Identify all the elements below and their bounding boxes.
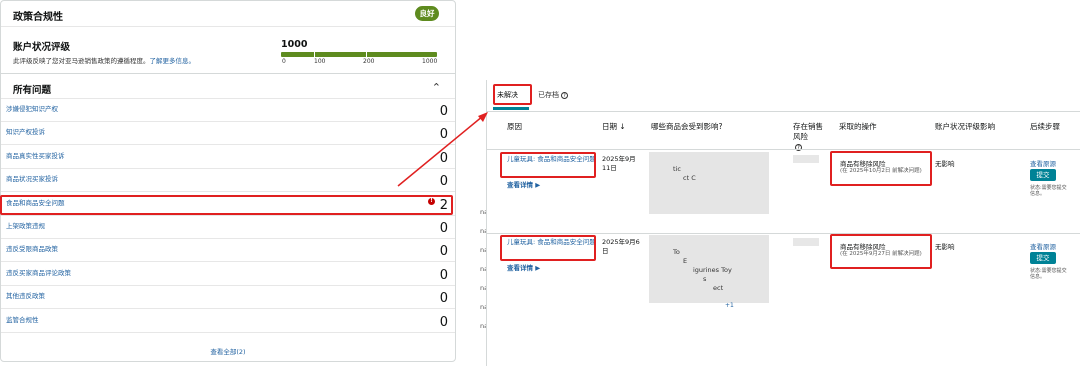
- annotation-arrow: [397, 112, 488, 187]
- arrow-line: [397, 115, 484, 187]
- screenshot-composite: 政策合规性 良好 账户状况评级 此评级反映了您对亚马逊销售政策的遵循程度。了解更…: [0, 0, 1080, 366]
- arrow-head: [478, 112, 488, 122]
